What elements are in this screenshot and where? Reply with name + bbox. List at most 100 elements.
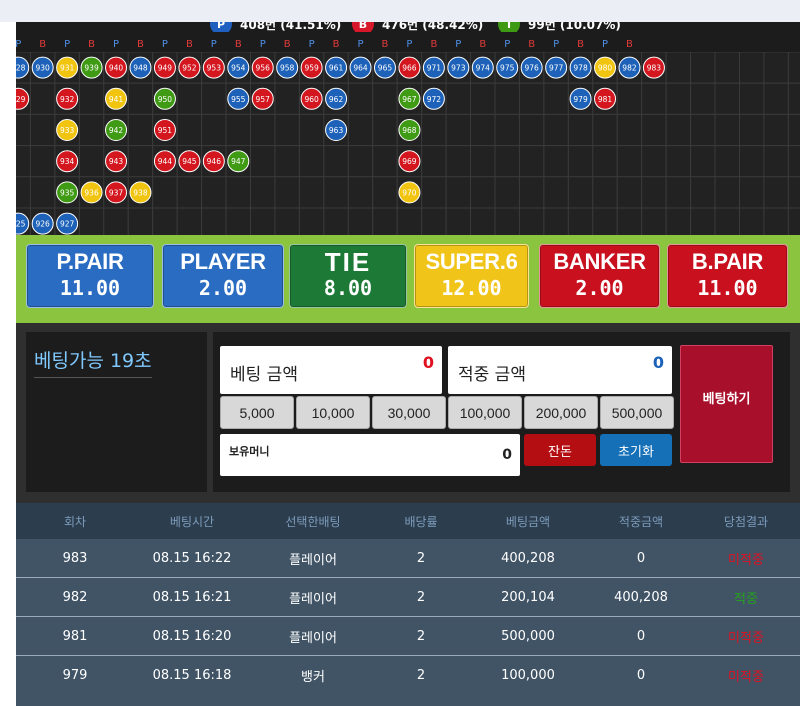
bead-round-number: 946 [207, 157, 222, 166]
bead-round-number: 945 [182, 157, 197, 166]
cell-result: 미적중 [728, 669, 764, 685]
bead-round-number: 937 [109, 188, 124, 197]
cell-bet: 100,000 [501, 667, 555, 683]
bead-round-number: 958 [280, 64, 295, 73]
column-header: 베팅시간 [169, 514, 215, 529]
bead-round-number: 951 [158, 126, 173, 135]
odds-button-player[interactable]: PLAYER 2.00 [162, 244, 284, 308]
bead-round-number: 957 [256, 95, 271, 104]
bead-round-number: 982 [622, 64, 637, 73]
column-header: 배당률 [404, 514, 438, 529]
bead-round-number: 966 [402, 64, 417, 73]
road-header-label: B [39, 39, 46, 50]
cell-bet: 400,208 [501, 550, 555, 566]
bead-round-number: 959 [304, 64, 319, 73]
bead-round-number: 972 [427, 95, 442, 104]
cell-bet: 200,104 [501, 589, 555, 605]
column-header: 선택한배팅 [285, 514, 341, 529]
road-header-label: B [430, 39, 437, 50]
betting-panel: 베팅가능 19초 베팅 금액 0 적중 금액 0 5,000 10,000 30… [16, 323, 800, 507]
chip-10000-button[interactable]: 10,000 [296, 396, 370, 429]
odds-button-banker[interactable]: BANKER 2.00 [539, 244, 660, 308]
odds-name: B.PAIR [691, 249, 764, 274]
road-header-label: B [333, 39, 340, 50]
bead-round-number: 963 [329, 126, 344, 135]
holding-money-label: 보유머니 [229, 445, 270, 458]
odds-button-tie[interactable]: TIE 8.00 [289, 244, 407, 308]
chip-100000-button[interactable]: 100,000 [448, 396, 522, 429]
cell-time: 08.15 16:21 [152, 589, 232, 605]
cell-win: 0 [636, 667, 646, 683]
bead-round-number: 954 [231, 64, 246, 73]
change-button[interactable]: 잔돈 [524, 434, 596, 466]
cell-round: 983 [62, 550, 88, 566]
odds-value: 11.00 [697, 276, 758, 300]
odds-value: 11.00 [59, 276, 121, 300]
bead-round-number: 983 [647, 64, 662, 73]
bead-round-number: 952 [182, 64, 197, 73]
bead-round-number: 956 [256, 64, 271, 73]
table-row: 982 08.15 16:21 플레이어 2 200,104 400,208 적중 [16, 578, 800, 617]
road-header-label: P [553, 39, 559, 50]
bead-round-number: 968 [402, 126, 417, 135]
cell-odds: 2 [416, 667, 426, 683]
road-header-label: B [479, 39, 486, 50]
bead-round-number: 971 [427, 64, 442, 73]
bead-round-number: 950 [158, 95, 173, 104]
bead-round-number: 931 [60, 64, 75, 73]
bead-round-number: 933 [60, 126, 75, 135]
cell-result: 미적중 [728, 552, 764, 568]
chip-500000-button[interactable]: 500,000 [600, 396, 674, 429]
holding-money-value: 0 [502, 447, 512, 463]
chip-30000-button[interactable]: 30,000 [372, 396, 446, 429]
bead-round-number: 935 [60, 188, 75, 197]
column-header: 당첨결과 [723, 514, 769, 529]
bead-round-number: 970 [402, 188, 417, 197]
road-header-label: B [284, 39, 291, 50]
bead-round-number: 979 [573, 95, 588, 104]
banker-stat: B 476번 (48.42%) [352, 22, 483, 32]
bead-round-number: 925 [16, 220, 26, 229]
table-row: 981 08.15 16:20 플레이어 2 500,000 0 미적중 [16, 617, 800, 656]
bead-round-number: 938 [133, 188, 148, 197]
odds-button-p-pair[interactable]: P.PAIR 11.00 [26, 244, 154, 308]
tie-stat-icon: T [498, 22, 520, 32]
odds-button-super6[interactable]: SUPER.6 12.00 [414, 244, 529, 308]
result-stats: P 408번 (41.51%) B 476번 (48.42%) T 99번 (1… [16, 22, 800, 32]
win-amount-value: 0 [652, 353, 664, 372]
cell-round: 982 [62, 589, 88, 605]
bead-round-number: 948 [133, 64, 148, 73]
timer-box: 베팅가능 19초 [26, 332, 207, 492]
bead-round-number: 944 [158, 157, 173, 166]
bead-round-number: 934 [60, 157, 75, 166]
road-header-label: B [235, 39, 242, 50]
bead-round-number: 960 [304, 95, 319, 104]
bead-round-number: 929 [16, 95, 26, 104]
chip-200000-button[interactable]: 200,000 [524, 396, 598, 429]
reset-button[interactable]: 초기화 [600, 434, 672, 466]
chip-5000-button[interactable]: 5,000 [220, 396, 294, 429]
cell-choice: 플레이어 [289, 591, 337, 607]
place-bet-button[interactable]: 베팅하기 [680, 345, 773, 463]
cell-odds: 2 [416, 628, 426, 644]
bead-round-number: 943 [109, 157, 124, 166]
bet-controls: 베팅 금액 0 적중 금액 0 5,000 10,000 30,000 100,… [213, 332, 790, 492]
road-header-label: P [455, 39, 461, 50]
banker-stat-icon: B [352, 22, 374, 32]
bet-amount-value: 0 [422, 353, 434, 372]
bead-round-number: 932 [60, 95, 75, 104]
cell-choice: 플레이어 [289, 630, 337, 646]
bead-round-number: 977 [549, 64, 564, 73]
odds-button-b-pair[interactable]: B.PAIR 11.00 [667, 244, 788, 308]
bead-round-number: 981 [598, 95, 613, 104]
table-row: 983 08.15 16:22 플레이어 2 400,208 0 미적중 [16, 539, 800, 578]
road-header-label: B [88, 39, 95, 50]
odds-name: PLAYER [180, 249, 266, 274]
column-header: 회차 [63, 514, 87, 529]
table-header: 회차 베팅시간 선택한배팅 배당률 베팅금액 적중금액 당첨결과 [16, 503, 800, 539]
cell-odds: 2 [416, 550, 426, 566]
bead-round-number: 980 [598, 64, 613, 73]
cell-time: 08.15 16:18 [152, 667, 232, 683]
road-header-label: P [309, 39, 315, 50]
bead-round-number: 941 [109, 95, 124, 104]
